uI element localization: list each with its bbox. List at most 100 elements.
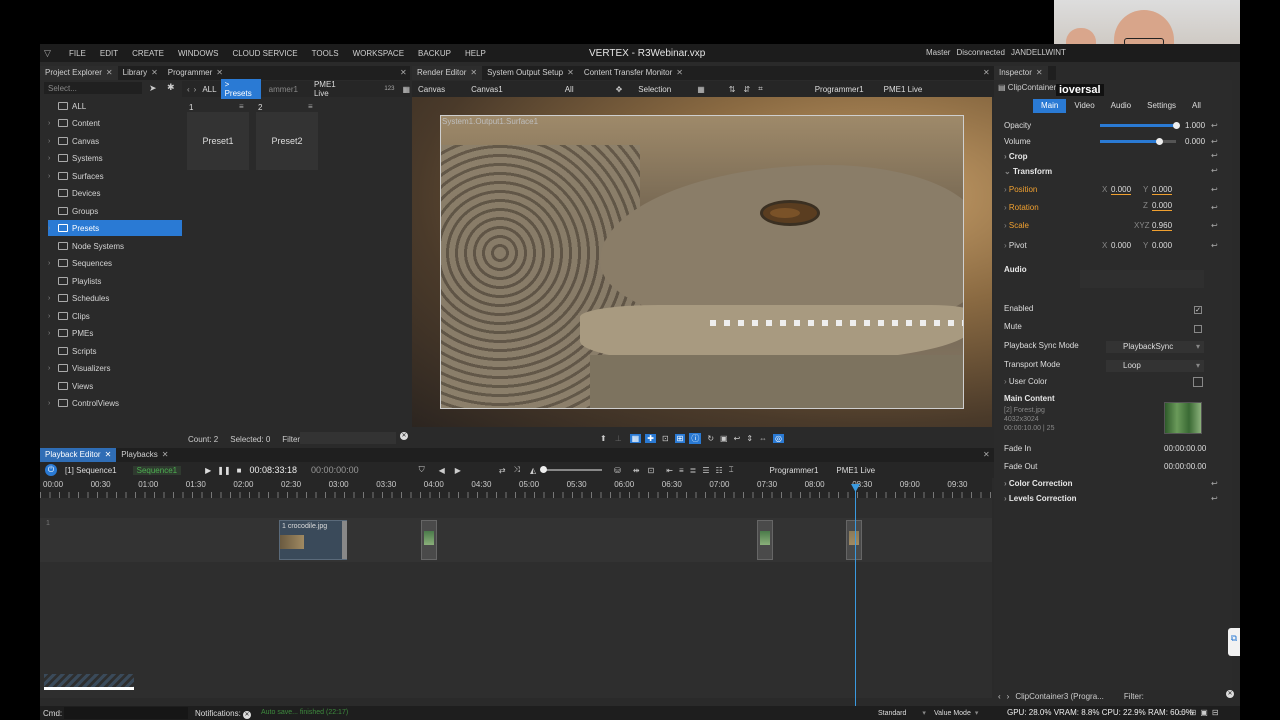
tab-library[interactable]: Library ✕ xyxy=(118,66,163,80)
tree-item-devices[interactable]: Devices xyxy=(48,185,182,201)
tree-item-controlviews[interactable]: › ControlViews xyxy=(48,395,182,411)
sequence-select[interactable]: [1] Sequence1 xyxy=(65,466,117,475)
breadcrumb-all[interactable]: ALL xyxy=(202,85,216,94)
align-center-icon[interactable]: ≡ xyxy=(679,466,684,475)
gear-icon[interactable]: ✱ xyxy=(167,82,175,93)
grid-icon[interactable]: ▦ xyxy=(697,85,705,94)
scale-input[interactable]: 0.960 xyxy=(1152,221,1173,231)
tree-item-content[interactable]: › Content xyxy=(48,115,182,131)
snap-icon[interactable]: ✚ xyxy=(645,433,656,443)
value-mode-select[interactable]: Value Mode ▾ xyxy=(934,709,978,717)
camera-icon[interactable]: ▣ xyxy=(720,434,728,443)
distribute-icon[interactable]: ⇵ xyxy=(743,85,750,94)
standard-select[interactable]: Standard ▾ xyxy=(878,709,926,717)
footer-item[interactable]: ClipContainer3 (Progra... xyxy=(1015,692,1103,701)
enabled-checkbox[interactable]: ✓ xyxy=(1194,306,1202,314)
clip-handle[interactable] xyxy=(342,521,347,559)
collapse-icon[interactable]: ⇤ xyxy=(666,466,673,475)
reset-icon[interactable]: ↩ xyxy=(1211,241,1218,250)
align-vertical-icon[interactable]: ⇕ xyxy=(746,434,753,443)
clear-icon[interactable]: ✕ xyxy=(400,432,408,440)
content-thumbnail[interactable] xyxy=(1164,402,1202,434)
monitor-icon[interactable]: ▭ xyxy=(1178,708,1186,717)
overview-scrollbar[interactable] xyxy=(44,674,134,690)
opacity-value[interactable]: 1.000 xyxy=(1185,121,1205,130)
clip-marker-2[interactable] xyxy=(421,520,437,560)
menu-tools[interactable]: TOOLS xyxy=(305,49,346,58)
tree-item-canvas[interactable]: › Canvas xyxy=(48,133,182,149)
ruler-icon[interactable]: ⊥ xyxy=(615,434,622,443)
transform-section[interactable]: ⌄ Transform xyxy=(1004,167,1052,176)
cmd-input[interactable] xyxy=(64,707,188,719)
timeline-ruler[interactable] xyxy=(40,478,992,498)
pointer-icon[interactable]: ➤ xyxy=(149,83,157,94)
close-icon[interactable]: ✕ xyxy=(151,68,158,77)
playhead[interactable] xyxy=(855,484,856,706)
grid-icon[interactable]: ▦ xyxy=(402,85,410,94)
fit-icon[interactable]: ⊞ xyxy=(674,433,686,443)
info-icon[interactable]: ⓘ xyxy=(689,432,702,444)
mute-checkbox[interactable] xyxy=(1194,325,1202,333)
subtab-audio[interactable]: Audio xyxy=(1103,99,1139,113)
grid-icon[interactable]: ⊟ xyxy=(1212,708,1219,717)
align-left-icon[interactable]: ≣ xyxy=(690,466,697,475)
reset-icon[interactable]: ↩ xyxy=(1211,166,1218,175)
preset-card-1[interactable]: Preset1 xyxy=(187,112,249,170)
close-icon[interactable]: ✕ xyxy=(162,450,169,459)
power-icon[interactable]: ⏻ xyxy=(45,464,57,476)
pause-icon[interactable]: ❚❚ xyxy=(217,466,230,475)
filter-input[interactable] xyxy=(300,432,396,444)
tree-item-sequences[interactable]: › Sequences xyxy=(48,255,182,271)
back-icon[interactable]: ‹ xyxy=(998,692,1001,701)
clear-icon[interactable]: ✕ xyxy=(243,711,252,719)
menu-workspace[interactable]: WORKSPACE xyxy=(346,49,411,58)
next-icon[interactable]: ▶ xyxy=(455,466,461,475)
reset-icon[interactable]: ↩ xyxy=(1211,137,1218,146)
target-icon[interactable]: ◎ xyxy=(773,433,784,443)
tree-item-surfaces[interactable]: › Surfaces xyxy=(48,168,182,184)
live-select[interactable]: PME1 Live xyxy=(884,85,923,94)
crop-section[interactable]: › Crop xyxy=(1004,152,1028,161)
color-correction-section[interactable]: › Color Correction xyxy=(1004,479,1072,488)
grid-icon[interactable]: ▦ xyxy=(629,433,642,443)
back-icon[interactable]: ‹ xyxy=(187,85,190,94)
tab-project-explorer[interactable]: Project Explorer ✕ xyxy=(40,66,118,80)
menu-edit[interactable]: EDIT xyxy=(93,49,125,58)
clip-marker-3[interactable] xyxy=(757,520,773,560)
forward-icon[interactable]: › xyxy=(194,85,197,94)
prev-icon[interactable]: ◀ xyxy=(439,466,445,475)
bucket-icon[interactable]: ⛁ xyxy=(614,466,621,475)
close-icon[interactable]: ✕ xyxy=(216,68,223,77)
align-horizontal-icon[interactable]: ⇔ xyxy=(759,434,767,443)
rotate-icon[interactable]: ↻ xyxy=(707,434,714,443)
save-icon[interactable]: ▣ xyxy=(1200,708,1208,717)
tab-render-editor[interactable]: Render Editor ✕ xyxy=(412,66,483,80)
menu-file[interactable]: FILE xyxy=(62,49,93,58)
transport-mode-select[interactable]: Loop ▾ xyxy=(1106,360,1204,372)
tree-item-groups[interactable]: Groups xyxy=(48,203,182,219)
subtab-main[interactable]: Main xyxy=(1033,99,1067,113)
tree-item-visualizers[interactable]: › Visualizers xyxy=(48,360,182,376)
user-color-swatch[interactable] xyxy=(1193,377,1203,387)
render-viewport[interactable]: System1.Output1.Surface1 xyxy=(412,97,992,427)
loop-icon[interactable]: ⇄ xyxy=(499,466,506,475)
filter-all-select[interactable]: All xyxy=(565,85,574,94)
close-icon[interactable]: ✕ xyxy=(983,68,990,77)
programmer-select[interactable]: ammer1 xyxy=(269,85,298,94)
list-icon[interactable]: ☷ xyxy=(716,466,723,475)
reset-icon[interactable]: ↩ xyxy=(1211,203,1218,212)
live-select[interactable]: PME1 Live xyxy=(836,466,875,475)
menu-windows[interactable]: WINDOWS xyxy=(171,49,225,58)
align-icon[interactable]: ⇅ xyxy=(729,85,736,94)
preset-card-2[interactable]: Preset2 xyxy=(256,112,318,170)
tree-item-playlists[interactable]: Playlists xyxy=(48,273,182,289)
align-right-icon[interactable]: ☰ xyxy=(702,466,709,475)
fade-in-value[interactable]: 00:00:00.00 xyxy=(1164,444,1206,453)
close-icon[interactable]: ✕ xyxy=(470,68,477,77)
snap-icon[interactable]: ⌗ xyxy=(758,84,763,94)
breadcrumb-presets[interactable]: > Presets xyxy=(220,79,261,99)
tab-inspector[interactable]: Inspector ✕ xyxy=(994,66,1048,80)
tab-playbacks[interactable]: Playbacks ✕ xyxy=(116,448,173,462)
menu-create[interactable]: CREATE xyxy=(125,49,171,58)
tab-programmer[interactable]: Programmer ✕ xyxy=(163,66,228,80)
